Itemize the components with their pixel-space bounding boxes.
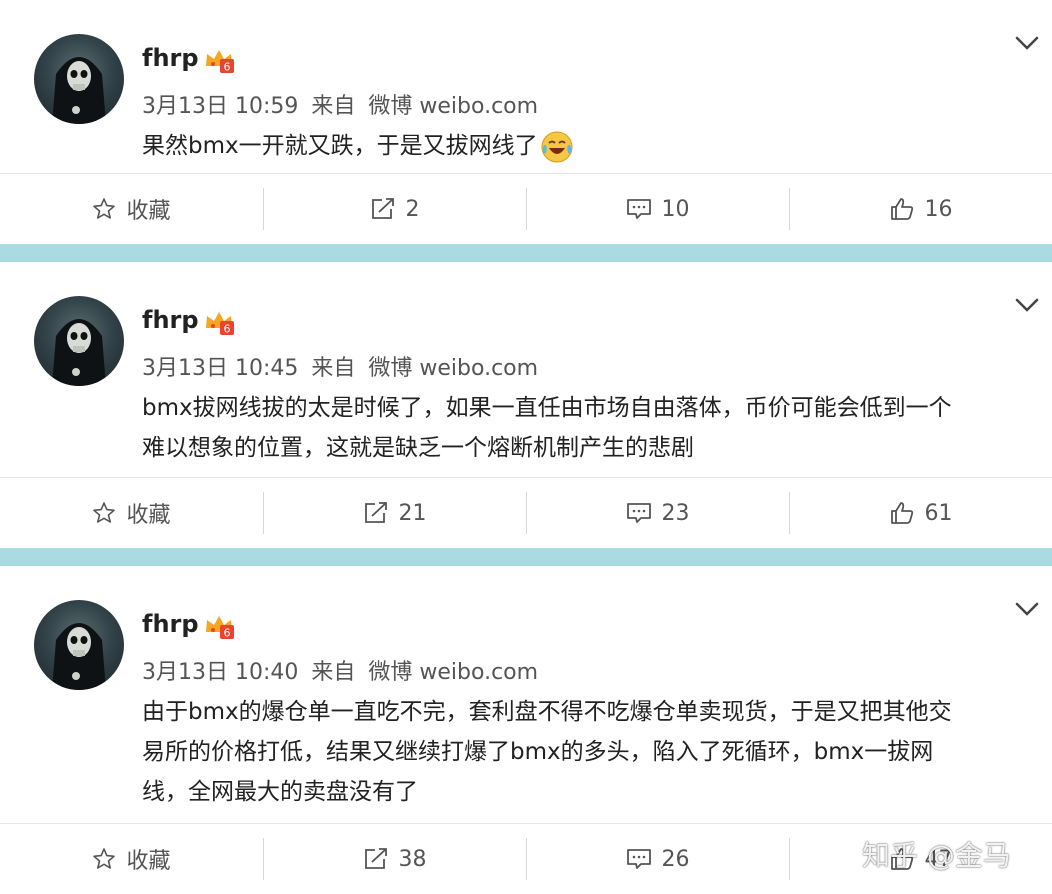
content-line: 易所的价格打低，结果又继续打爆了bmx的多头，陷入了死循环，bmx一拔网 — [142, 739, 934, 765]
comment-button[interactable]: 23 — [526, 478, 789, 548]
post-source[interactable]: 微博 weibo.com — [368, 94, 538, 119]
repost-button[interactable]: 38 — [263, 824, 526, 894]
vip-crown-badge-icon[interactable]: 6 — [203, 612, 235, 640]
post-time[interactable]: 3月13日 10:40 — [142, 660, 298, 685]
thumbs-up-icon — [890, 198, 913, 220]
chevron-down-icon[interactable] — [1014, 34, 1040, 52]
weibo-feed: fhrp 6 3月13日 10:59 来自 微博 weibo.com 果然bmx… — [0, 0, 1052, 894]
source-prefix: 来自 — [311, 94, 356, 119]
post-source[interactable]: 微博 weibo.com — [368, 660, 538, 685]
favorite-label: 收藏 — [126, 503, 171, 528]
zhihu-watermark: 知乎 @金马 — [862, 839, 1011, 872]
vip-crown-badge-icon[interactable]: 6 — [203, 46, 235, 74]
hooded-skull-icon — [52, 623, 106, 690]
favorite-label: 收藏 — [126, 199, 171, 224]
comment-count: 23 — [661, 500, 690, 526]
repost-icon — [364, 848, 387, 869]
favorite-label: 收藏 — [126, 849, 171, 874]
comment-icon — [626, 503, 651, 523]
post-time[interactable]: 3月13日 10:59 — [142, 94, 298, 119]
post-content: bmx拔网线拔的太是时候了，如果一直任由市场自由落体，币价可能会低到一个 难以想… — [142, 388, 1032, 468]
post-separator — [0, 548, 1052, 566]
star-icon — [93, 198, 116, 219]
action-bar: 收藏 2 10 16 — [0, 173, 1052, 244]
chevron-down-icon[interactable] — [1014, 600, 1040, 618]
repost-count: 21 — [398, 500, 427, 526]
hooded-skull-icon — [52, 319, 106, 386]
comment-icon — [626, 849, 651, 869]
hooded-skull-icon — [52, 57, 106, 124]
comment-count: 10 — [661, 196, 690, 222]
action-bar: 收藏 21 23 61 — [0, 477, 1052, 548]
svg-text:6: 6 — [224, 61, 231, 74]
avatar[interactable] — [34, 600, 124, 690]
repost-count: 2 — [405, 196, 420, 222]
favorite-button[interactable]: 收藏 — [0, 824, 263, 894]
repost-icon — [364, 502, 387, 523]
post-time[interactable]: 3月13日 10:45 — [142, 356, 298, 381]
username[interactable]: fhrp — [142, 44, 199, 72]
content-line: 果然bmx一开就又跌，于是又拔网线了 — [142, 133, 538, 159]
svg-text:6: 6 — [224, 323, 231, 336]
repost-count: 38 — [398, 846, 427, 872]
post-separator — [0, 244, 1052, 262]
star-icon — [93, 848, 116, 869]
favorite-button[interactable]: 收藏 — [0, 174, 263, 244]
post-content: 由于bmx的爆仓单一直吃不完，套利盘不得不吃爆仓单卖现货，于是又把其他交 易所的… — [142, 692, 1032, 812]
favorite-button[interactable]: 收藏 — [0, 478, 263, 548]
vip-crown-badge-icon[interactable]: 6 — [203, 308, 235, 336]
weibo-post: fhrp 6 3月13日 10:59 来自 微博 weibo.com 果然bmx… — [0, 0, 1052, 244]
chevron-down-icon[interactable] — [1014, 296, 1040, 314]
like-count: 61 — [924, 500, 953, 526]
comment-button[interactable]: 26 — [526, 824, 789, 894]
like-button[interactable]: 61 — [789, 478, 1052, 548]
star-icon — [93, 502, 116, 523]
laugh-cry-emoji-icon — [541, 131, 573, 162]
username[interactable]: fhrp — [142, 610, 199, 638]
post-meta: 3月13日 10:45 来自 微博 weibo.com — [142, 350, 538, 382]
content-line: 难以想象的位置，这就是缺乏一个熔断机制产生的悲剧 — [142, 435, 694, 461]
post-meta: 3月13日 10:59 来自 微博 weibo.com — [142, 88, 538, 120]
source-prefix: 来自 — [311, 356, 356, 381]
avatar[interactable] — [34, 296, 124, 386]
content-line: bmx拔网线拔的太是时候了，如果一直任由市场自由落体，币价可能会低到一个 — [142, 395, 952, 421]
repost-icon — [371, 198, 394, 219]
content-line: 线，全网最大的卖盘没有了 — [142, 779, 418, 805]
username[interactable]: fhrp — [142, 306, 199, 334]
like-count: 16 — [924, 196, 953, 222]
comment-icon — [626, 199, 651, 219]
post-source[interactable]: 微博 weibo.com — [368, 356, 538, 381]
like-button[interactable]: 16 — [789, 174, 1052, 244]
post-meta: 3月13日 10:40 来自 微博 weibo.com — [142, 654, 538, 686]
source-prefix: 来自 — [311, 660, 356, 685]
thumbs-up-icon — [890, 502, 913, 524]
repost-button[interactable]: 21 — [263, 478, 526, 548]
comment-button[interactable]: 10 — [526, 174, 789, 244]
comment-count: 26 — [661, 846, 690, 872]
repost-button[interactable]: 2 — [263, 174, 526, 244]
svg-text:6: 6 — [224, 627, 231, 640]
content-line: 由于bmx的爆仓单一直吃不完，套利盘不得不吃爆仓单卖现货，于是又把其他交 — [142, 699, 952, 725]
weibo-post: fhrp 6 3月13日 10:45 来自 微博 weibo.com bmx拔网… — [0, 262, 1052, 548]
avatar[interactable] — [34, 34, 124, 124]
post-content: 果然bmx一开就又跌，于是又拔网线了 — [142, 126, 1032, 166]
